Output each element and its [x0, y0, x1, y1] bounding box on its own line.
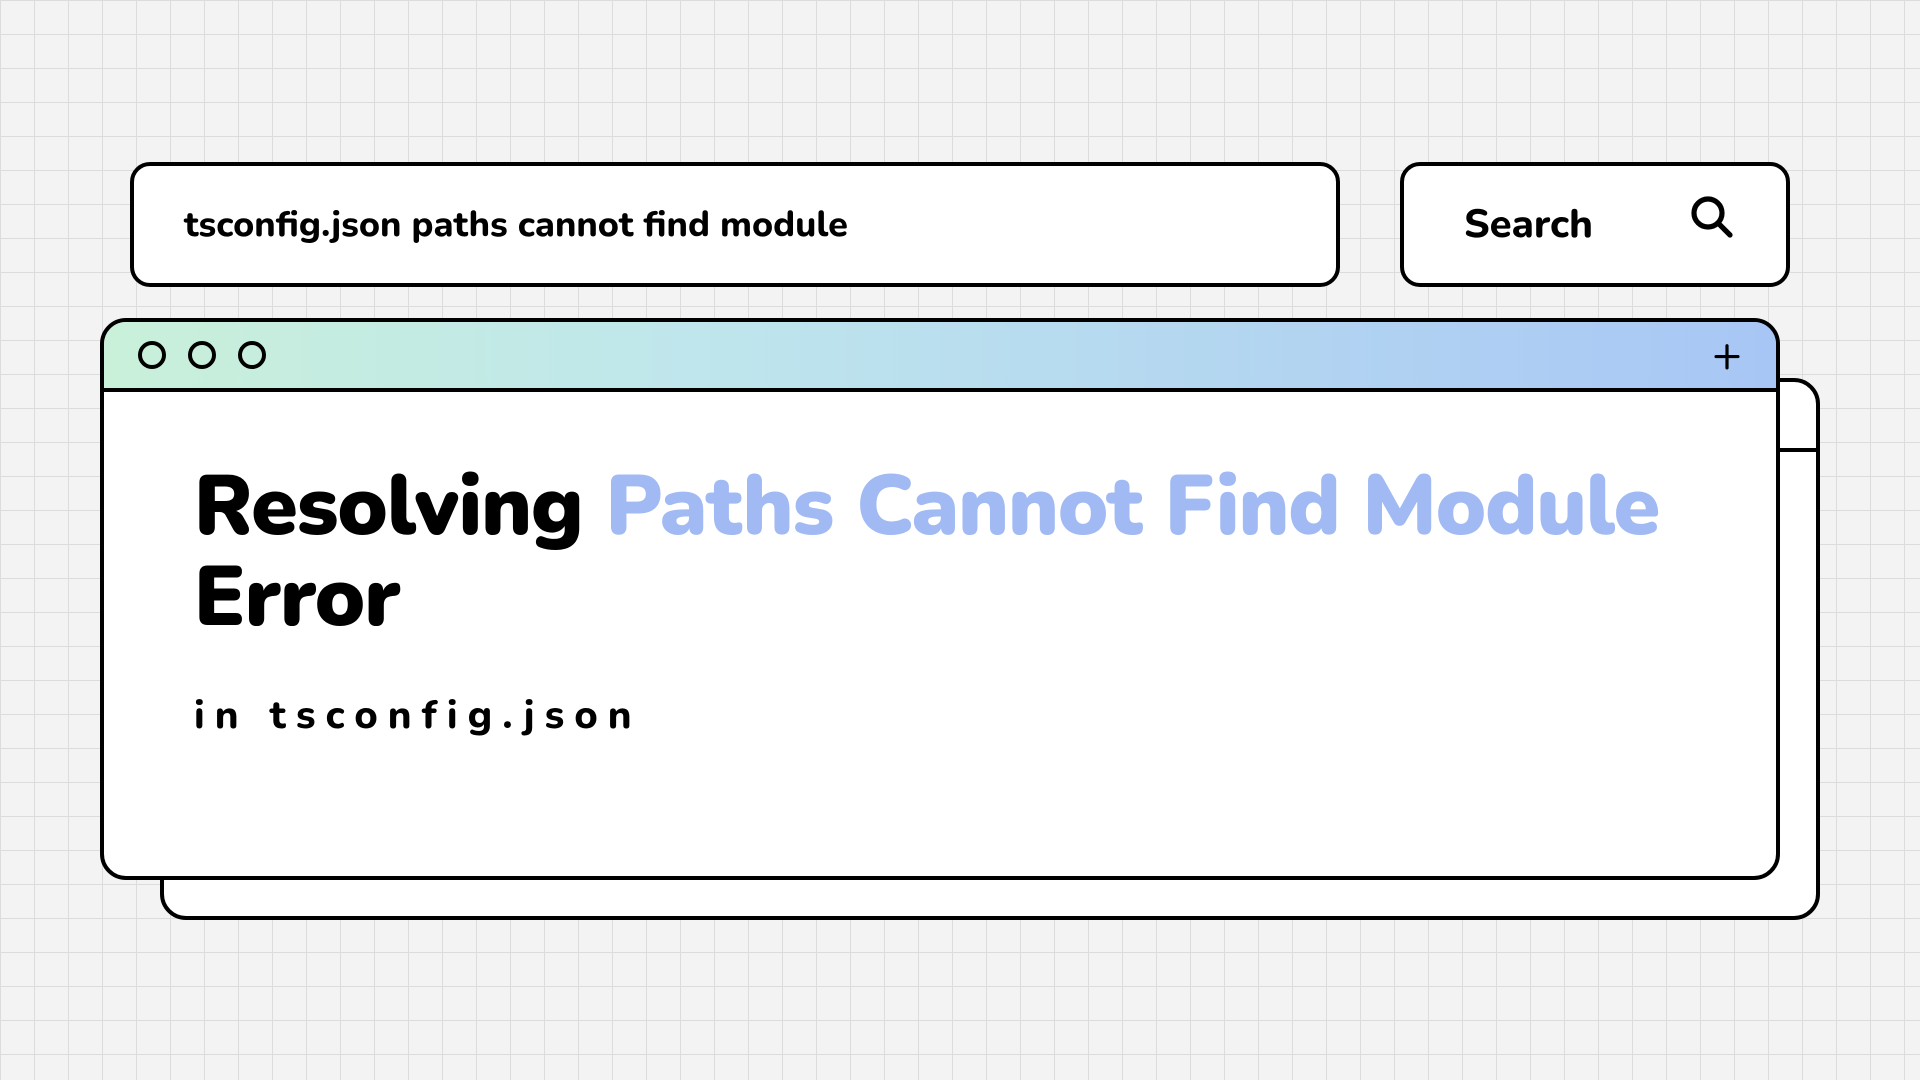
window-dot-icon[interactable]: [138, 341, 166, 369]
headline: Resolving Paths Cannot Find Module Error: [194, 462, 1686, 643]
window-stack: + Resolving Paths Cannot Find Module Err…: [100, 318, 1820, 920]
search-query-box[interactable]: tsconfig.json paths cannot find module: [130, 162, 1340, 287]
search-button-label: Search: [1464, 198, 1593, 252]
headline-highlight: Paths Cannot Find Module: [606, 449, 1660, 564]
search-icon: [1688, 193, 1736, 256]
window-content: Resolving Paths Cannot Find Module Error…: [104, 392, 1776, 876]
plus-icon[interactable]: +: [1712, 330, 1742, 380]
window-titlebar: +: [104, 322, 1776, 392]
window-control-dots: [138, 341, 266, 369]
search-query-text: tsconfig.json paths cannot find module: [184, 200, 848, 249]
headline-post: Error: [194, 540, 400, 655]
search-row: tsconfig.json paths cannot find module S…: [130, 162, 1790, 287]
search-button[interactable]: Search: [1400, 162, 1790, 287]
main-window: + Resolving Paths Cannot Find Module Err…: [100, 318, 1780, 880]
window-dot-icon[interactable]: [188, 341, 216, 369]
subheadline: in tsconfig.json: [194, 689, 1686, 743]
window-dot-icon[interactable]: [238, 341, 266, 369]
